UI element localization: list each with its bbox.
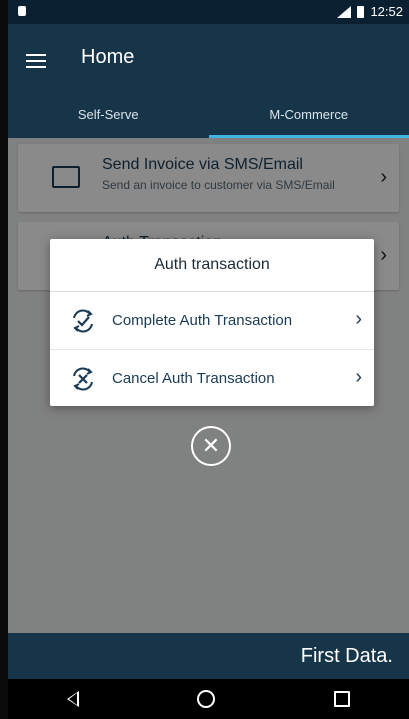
close-dialog-button[interactable]: ✕ bbox=[191, 426, 231, 466]
back-icon[interactable] bbox=[67, 691, 80, 707]
app-bar: Home bbox=[8, 24, 409, 90]
cancel-auth-label: Cancel Auth Transaction bbox=[112, 370, 275, 387]
tab-m-commerce[interactable]: M-Commerce bbox=[208, 90, 409, 138]
battery-icon bbox=[357, 5, 365, 18]
home-icon[interactable] bbox=[197, 690, 216, 708]
complete-auth-icon bbox=[73, 309, 93, 332]
cancel-auth-item[interactable]: Cancel Auth Transaction › bbox=[50, 350, 374, 407]
complete-auth-label: Complete Auth Transaction bbox=[112, 312, 293, 329]
tabs: Self-Serve M-Commerce bbox=[8, 90, 409, 138]
status-time: 12:52 bbox=[370, 4, 403, 19]
chevron-right-icon: › bbox=[355, 308, 362, 330]
menu-icon[interactable] bbox=[26, 54, 46, 68]
dialog-title: Auth transaction bbox=[50, 239, 374, 292]
complete-auth-item[interactable]: Complete Auth Transaction › bbox=[50, 292, 374, 350]
tab-self-serve[interactable]: Self-Serve bbox=[8, 90, 209, 138]
close-icon: ✕ bbox=[201, 433, 221, 458]
cancel-auth-icon bbox=[73, 367, 93, 390]
recent-apps-icon[interactable] bbox=[333, 691, 350, 707]
brand-logo: First Data. bbox=[300, 645, 393, 667]
system-nav-bar bbox=[8, 679, 409, 719]
page-title: Home bbox=[81, 46, 135, 68]
notification-icon bbox=[18, 6, 26, 16]
signal-icon bbox=[337, 5, 352, 18]
chevron-right-icon: › bbox=[355, 366, 362, 388]
status-icons: 12:52 bbox=[337, 4, 403, 19]
auth-transaction-dialog: Auth transaction Complete Auth Transacti… bbox=[50, 239, 374, 406]
brand-bar: First Data. bbox=[8, 633, 409, 679]
phone-screen: 12:52 Home Self-Serve M-Commerce Send In… bbox=[8, 0, 409, 719]
status-bar: 12:52 bbox=[8, 0, 409, 24]
